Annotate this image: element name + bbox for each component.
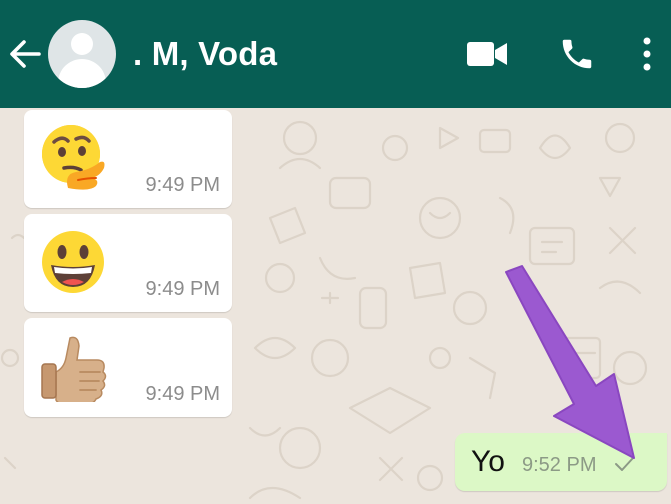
more-options-icon — [643, 37, 651, 71]
message-time: 9:49 PM — [145, 174, 220, 196]
chat-header: . M, Voda — [0, 0, 671, 108]
message-time: 9:52 PM — [522, 454, 597, 476]
message-time: 9:49 PM — [145, 278, 220, 300]
avatar-body-shape — [58, 59, 106, 88]
chat-area[interactable]: 9:49 PM 9:49 PM 9:49 PM Yo 9:52 PM — [0, 108, 671, 504]
back-arrow-icon — [10, 40, 41, 68]
avatar-head-shape — [71, 33, 93, 55]
chat-screen: . M, Voda 9:49 PM 9:49 PM 9:49 PM Yo 9:5… — [0, 0, 671, 504]
back-button[interactable] — [2, 0, 48, 108]
avatar[interactable] — [48, 20, 116, 88]
voice-call-button[interactable] — [547, 0, 607, 108]
incoming-message-bubble[interactable]: 9:49 PM — [24, 110, 232, 208]
phone-icon — [562, 39, 592, 69]
message-time: 9:49 PM — [145, 383, 220, 405]
outgoing-message-bubble[interactable]: Yo 9:52 PM — [455, 433, 667, 491]
grinning-face-emoji-icon — [42, 231, 104, 293]
header-actions — [457, 0, 671, 108]
thumbs-up-emoji-icon — [41, 336, 107, 402]
more-options-button[interactable] — [627, 0, 667, 108]
video-camera-icon — [467, 42, 507, 66]
video-call-button[interactable] — [457, 0, 517, 108]
incoming-message-bubble[interactable]: 9:49 PM — [24, 214, 232, 312]
contact-name[interactable]: . M, Voda — [133, 35, 277, 73]
thinking-face-emoji-icon — [42, 125, 105, 190]
message-text: Yo — [471, 445, 505, 478]
sent-check-icon — [615, 457, 634, 471]
incoming-message-bubble[interactable]: 9:49 PM — [24, 318, 232, 417]
